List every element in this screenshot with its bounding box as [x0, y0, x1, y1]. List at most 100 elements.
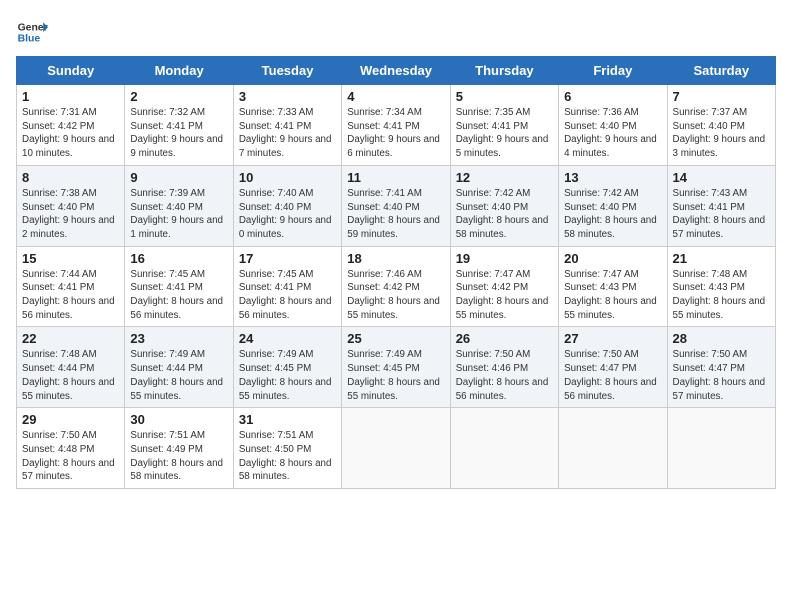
day-number: 30: [130, 412, 227, 427]
svg-text:Blue: Blue: [18, 34, 41, 45]
day-info: Sunrise: 7:31 AM Sunset: 4:42 PM Dayligh…: [22, 106, 119, 161]
day-number: 4: [347, 89, 444, 104]
day-number: 10: [239, 170, 336, 185]
day-number: 27: [564, 331, 661, 346]
day-info: Sunrise: 7:36 AM Sunset: 4:40 PM Dayligh…: [564, 106, 661, 161]
calendar-week-5: 29 Sunrise: 7:50 AM Sunset: 4:48 PM Dayl…: [17, 408, 776, 489]
weekday-header-friday: Friday: [559, 57, 667, 85]
weekday-header-sunday: Sunday: [17, 57, 125, 85]
day-info: Sunrise: 7:49 AM Sunset: 4:45 PM Dayligh…: [239, 348, 336, 403]
day-info: Sunrise: 7:44 AM Sunset: 4:41 PM Dayligh…: [22, 268, 119, 323]
day-number: 26: [456, 331, 553, 346]
calendar-cell: 31 Sunrise: 7:51 AM Sunset: 4:50 PM Dayl…: [233, 408, 341, 489]
calendar-cell: 27 Sunrise: 7:50 AM Sunset: 4:47 PM Dayl…: [559, 327, 667, 408]
day-info: Sunrise: 7:47 AM Sunset: 4:43 PM Dayligh…: [564, 268, 661, 323]
day-info: Sunrise: 7:47 AM Sunset: 4:42 PM Dayligh…: [456, 268, 553, 323]
calendar-cell: [667, 408, 775, 489]
calendar-week-3: 15 Sunrise: 7:44 AM Sunset: 4:41 PM Dayl…: [17, 246, 776, 327]
calendar-cell: 24 Sunrise: 7:49 AM Sunset: 4:45 PM Dayl…: [233, 327, 341, 408]
calendar-cell: 15 Sunrise: 7:44 AM Sunset: 4:41 PM Dayl…: [17, 246, 125, 327]
day-info: Sunrise: 7:51 AM Sunset: 4:49 PM Dayligh…: [130, 429, 227, 484]
day-number: 5: [456, 89, 553, 104]
day-number: 1: [22, 89, 119, 104]
day-number: 6: [564, 89, 661, 104]
day-number: 18: [347, 251, 444, 266]
calendar-cell: 16 Sunrise: 7:45 AM Sunset: 4:41 PM Dayl…: [125, 246, 233, 327]
day-number: 17: [239, 251, 336, 266]
day-number: 20: [564, 251, 661, 266]
calendar-cell: 12 Sunrise: 7:42 AM Sunset: 4:40 PM Dayl…: [450, 165, 558, 246]
day-number: 28: [673, 331, 770, 346]
weekday-header-monday: Monday: [125, 57, 233, 85]
day-info: Sunrise: 7:49 AM Sunset: 4:45 PM Dayligh…: [347, 348, 444, 403]
day-info: Sunrise: 7:37 AM Sunset: 4:40 PM Dayligh…: [673, 106, 770, 161]
day-number: 9: [130, 170, 227, 185]
day-number: 13: [564, 170, 661, 185]
calendar-cell: 10 Sunrise: 7:40 AM Sunset: 4:40 PM Dayl…: [233, 165, 341, 246]
day-number: 12: [456, 170, 553, 185]
day-number: 16: [130, 251, 227, 266]
weekday-header-wednesday: Wednesday: [342, 57, 450, 85]
calendar-cell: 20 Sunrise: 7:47 AM Sunset: 4:43 PM Dayl…: [559, 246, 667, 327]
calendar-body: 1 Sunrise: 7:31 AM Sunset: 4:42 PM Dayli…: [17, 85, 776, 489]
day-info: Sunrise: 7:35 AM Sunset: 4:41 PM Dayligh…: [456, 106, 553, 161]
calendar-cell: 19 Sunrise: 7:47 AM Sunset: 4:42 PM Dayl…: [450, 246, 558, 327]
calendar-cell: 25 Sunrise: 7:49 AM Sunset: 4:45 PM Dayl…: [342, 327, 450, 408]
logo-icon: General Blue: [16, 16, 48, 48]
day-number: 25: [347, 331, 444, 346]
day-number: 11: [347, 170, 444, 185]
calendar-cell: 29 Sunrise: 7:50 AM Sunset: 4:48 PM Dayl…: [17, 408, 125, 489]
day-info: Sunrise: 7:42 AM Sunset: 4:40 PM Dayligh…: [456, 187, 553, 242]
calendar-cell: 14 Sunrise: 7:43 AM Sunset: 4:41 PM Dayl…: [667, 165, 775, 246]
weekday-header-row: SundayMondayTuesdayWednesdayThursdayFrid…: [17, 57, 776, 85]
day-info: Sunrise: 7:32 AM Sunset: 4:41 PM Dayligh…: [130, 106, 227, 161]
day-info: Sunrise: 7:43 AM Sunset: 4:41 PM Dayligh…: [673, 187, 770, 242]
day-number: 15: [22, 251, 119, 266]
day-info: Sunrise: 7:38 AM Sunset: 4:40 PM Dayligh…: [22, 187, 119, 242]
day-number: 23: [130, 331, 227, 346]
weekday-header-saturday: Saturday: [667, 57, 775, 85]
logo: General Blue: [16, 16, 48, 48]
day-info: Sunrise: 7:39 AM Sunset: 4:40 PM Dayligh…: [130, 187, 227, 242]
day-info: Sunrise: 7:48 AM Sunset: 4:44 PM Dayligh…: [22, 348, 119, 403]
calendar-table: SundayMondayTuesdayWednesdayThursdayFrid…: [16, 56, 776, 489]
day-number: 7: [673, 89, 770, 104]
calendar-cell: 18 Sunrise: 7:46 AM Sunset: 4:42 PM Dayl…: [342, 246, 450, 327]
day-info: Sunrise: 7:46 AM Sunset: 4:42 PM Dayligh…: [347, 268, 444, 323]
day-info: Sunrise: 7:50 AM Sunset: 4:46 PM Dayligh…: [456, 348, 553, 403]
calendar-cell: 22 Sunrise: 7:48 AM Sunset: 4:44 PM Dayl…: [17, 327, 125, 408]
calendar-cell: 13 Sunrise: 7:42 AM Sunset: 4:40 PM Dayl…: [559, 165, 667, 246]
day-number: 29: [22, 412, 119, 427]
day-info: Sunrise: 7:41 AM Sunset: 4:40 PM Dayligh…: [347, 187, 444, 242]
day-number: 14: [673, 170, 770, 185]
day-info: Sunrise: 7:34 AM Sunset: 4:41 PM Dayligh…: [347, 106, 444, 161]
weekday-header-tuesday: Tuesday: [233, 57, 341, 85]
calendar-cell: 1 Sunrise: 7:31 AM Sunset: 4:42 PM Dayli…: [17, 85, 125, 166]
day-info: Sunrise: 7:48 AM Sunset: 4:43 PM Dayligh…: [673, 268, 770, 323]
calendar-cell: 8 Sunrise: 7:38 AM Sunset: 4:40 PM Dayli…: [17, 165, 125, 246]
day-number: 19: [456, 251, 553, 266]
calendar-cell: 11 Sunrise: 7:41 AM Sunset: 4:40 PM Dayl…: [342, 165, 450, 246]
calendar-cell: 30 Sunrise: 7:51 AM Sunset: 4:49 PM Dayl…: [125, 408, 233, 489]
calendar-cell: 5 Sunrise: 7:35 AM Sunset: 4:41 PM Dayli…: [450, 85, 558, 166]
calendar-cell: [559, 408, 667, 489]
day-info: Sunrise: 7:33 AM Sunset: 4:41 PM Dayligh…: [239, 106, 336, 161]
calendar-week-2: 8 Sunrise: 7:38 AM Sunset: 4:40 PM Dayli…: [17, 165, 776, 246]
calendar-week-4: 22 Sunrise: 7:48 AM Sunset: 4:44 PM Dayl…: [17, 327, 776, 408]
day-info: Sunrise: 7:40 AM Sunset: 4:40 PM Dayligh…: [239, 187, 336, 242]
day-info: Sunrise: 7:50 AM Sunset: 4:47 PM Dayligh…: [564, 348, 661, 403]
day-number: 2: [130, 89, 227, 104]
calendar-cell: 2 Sunrise: 7:32 AM Sunset: 4:41 PM Dayli…: [125, 85, 233, 166]
weekday-header-thursday: Thursday: [450, 57, 558, 85]
day-number: 22: [22, 331, 119, 346]
day-info: Sunrise: 7:50 AM Sunset: 4:48 PM Dayligh…: [22, 429, 119, 484]
calendar-cell: 23 Sunrise: 7:49 AM Sunset: 4:44 PM Dayl…: [125, 327, 233, 408]
day-info: Sunrise: 7:49 AM Sunset: 4:44 PM Dayligh…: [130, 348, 227, 403]
header: General Blue: [16, 16, 776, 48]
calendar-cell: 7 Sunrise: 7:37 AM Sunset: 4:40 PM Dayli…: [667, 85, 775, 166]
calendar-cell: 3 Sunrise: 7:33 AM Sunset: 4:41 PM Dayli…: [233, 85, 341, 166]
calendar-cell: [450, 408, 558, 489]
day-info: Sunrise: 7:51 AM Sunset: 4:50 PM Dayligh…: [239, 429, 336, 484]
day-number: 3: [239, 89, 336, 104]
day-number: 31: [239, 412, 336, 427]
